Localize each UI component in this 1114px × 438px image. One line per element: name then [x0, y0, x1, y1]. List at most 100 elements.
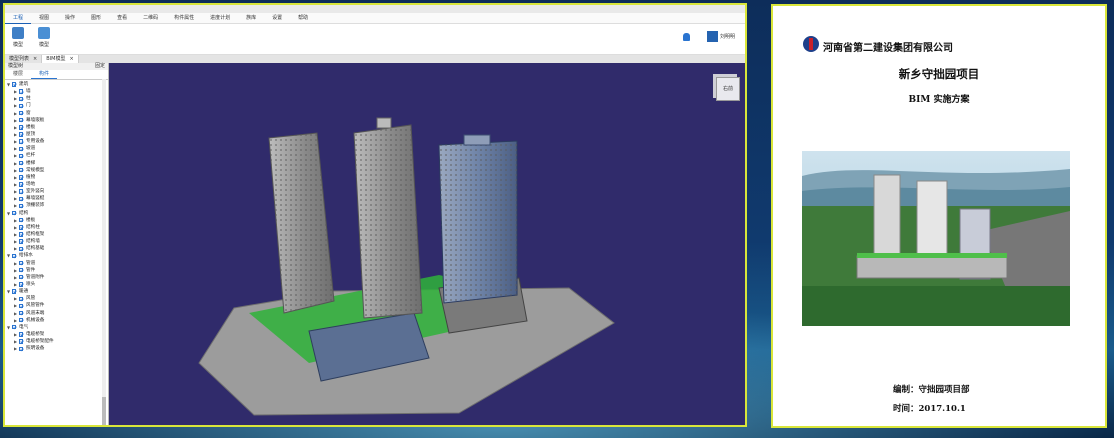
view-cube[interactable]: 右前 — [716, 77, 740, 101]
panel-subtab-1[interactable]: 构件 — [31, 70, 58, 79]
expand-arrow-icon[interactable]: ▶ — [14, 110, 18, 117]
tree-item[interactable]: ▶ 墙 — [5, 88, 108, 95]
tree-checkbox[interactable] — [19, 282, 24, 287]
tree-item[interactable]: ▼ 电气 — [5, 324, 108, 331]
tree-checkbox[interactable] — [19, 346, 24, 351]
tree-item[interactable]: ▶ 电缆桥架 — [5, 331, 108, 338]
expand-arrow-icon[interactable]: ▶ — [14, 274, 18, 281]
expand-arrow-icon[interactable]: ▼ — [7, 210, 11, 217]
tree-item[interactable]: ▶ 风管管件 — [5, 302, 108, 309]
tree-item[interactable]: ▶ 楼梯 — [5, 160, 108, 167]
tree-checkbox[interactable] — [19, 160, 24, 166]
expand-arrow-icon[interactable]: ▼ — [7, 288, 11, 295]
expand-arrow-icon[interactable]: ▶ — [14, 238, 18, 245]
expand-arrow-icon[interactable]: ▶ — [14, 317, 18, 324]
expand-arrow-icon[interactable]: ▶ — [14, 231, 18, 238]
expand-arrow-icon[interactable]: ▶ — [14, 160, 18, 167]
tree-checkbox[interactable] — [19, 118, 24, 123]
tree-item[interactable]: ▶ 幕墙竖梃 — [5, 195, 108, 202]
tree-item[interactable]: ▶ 管道 — [5, 260, 108, 267]
expand-arrow-icon[interactable]: ▶ — [14, 302, 18, 309]
tree-checkbox[interactable] — [19, 167, 24, 173]
tree-item[interactable]: ▶ 风道末端 — [5, 310, 108, 317]
tree-item[interactable]: ▶ 顶棚装饰 — [5, 202, 108, 209]
expand-arrow-icon[interactable]: ▶ — [14, 224, 18, 231]
tree-checkbox[interactable] — [19, 275, 24, 280]
expand-arrow-icon[interactable]: ▶ — [14, 181, 18, 188]
menu-item-3[interactable]: 图形 — [83, 13, 109, 23]
tree-item[interactable]: ▶ 门 — [5, 102, 108, 109]
tree-checkbox[interactable] — [19, 267, 24, 273]
tree-checkbox[interactable] — [12, 210, 17, 216]
expand-arrow-icon[interactable]: ▶ — [14, 145, 18, 152]
tree-item[interactable]: ▶ 场地 — [5, 181, 108, 188]
tree-item[interactable]: ▶ 风管 — [5, 295, 108, 302]
tree-item[interactable]: ▶ 照明设备 — [5, 345, 108, 352]
menu-item-6[interactable]: 构件属性 — [166, 13, 202, 23]
tree-checkbox[interactable] — [19, 96, 24, 101]
tree-checkbox[interactable] — [19, 260, 24, 266]
ribbon-model-button-2[interactable]: 模型 — [35, 27, 53, 48]
expand-arrow-icon[interactable]: ▼ — [7, 252, 11, 259]
scroll-thumb[interactable] — [102, 397, 106, 425]
expand-arrow-icon[interactable]: ▶ — [14, 267, 18, 274]
tree-item[interactable]: ▼ 结构 — [5, 210, 108, 217]
expand-arrow-icon[interactable]: ▶ — [14, 102, 18, 109]
expand-arrow-icon[interactable]: ▶ — [14, 88, 18, 95]
expand-arrow-icon[interactable]: ▶ — [14, 195, 18, 202]
tree-item[interactable]: ▶ 屋顶 — [5, 131, 108, 138]
menu-item-9[interactable]: 设置 — [264, 13, 290, 23]
tree-checkbox[interactable] — [19, 246, 24, 251]
tree-checkbox[interactable] — [19, 153, 24, 159]
expand-arrow-icon[interactable]: ▼ — [7, 81, 11, 88]
tree-checkbox[interactable] — [12, 325, 17, 330]
expand-arrow-icon[interactable]: ▶ — [14, 117, 18, 124]
expand-arrow-icon[interactable]: ▶ — [14, 152, 18, 159]
tree-checkbox[interactable] — [19, 196, 24, 201]
tree-item[interactable]: ▶ 专用设备 — [5, 138, 108, 145]
expand-arrow-icon[interactable]: ▶ — [14, 295, 18, 302]
tree-item[interactable]: ▶ 喷头 — [5, 281, 108, 288]
tree-checkbox[interactable] — [19, 139, 24, 144]
expand-arrow-icon[interactable]: ▶ — [14, 245, 18, 252]
menu-item-7[interactable]: 进度计划 — [202, 13, 238, 23]
menu-item-10[interactable]: 帮助 — [290, 13, 316, 23]
tree-item[interactable]: ▶ 管件 — [5, 267, 108, 274]
expand-arrow-icon[interactable]: ▶ — [14, 95, 18, 102]
tree-checkbox[interactable] — [12, 253, 17, 259]
tree-item[interactable]: ▶ 结构墙 — [5, 238, 108, 245]
tree-checkbox[interactable] — [19, 132, 24, 137]
tree-checkbox[interactable] — [19, 110, 24, 116]
expand-arrow-icon[interactable]: ▶ — [14, 167, 18, 174]
menu-item-5[interactable]: 二维码 — [135, 13, 166, 23]
tree-item[interactable]: ▶ 坡道 — [5, 145, 108, 152]
tree-item[interactable]: ▶ 柱 — [5, 95, 108, 102]
tree-checkbox[interactable] — [12, 289, 17, 294]
3d-viewport[interactable]: 右前 — [109, 63, 745, 425]
expand-arrow-icon[interactable]: ▶ — [14, 338, 18, 345]
panel-pin-button[interactable]: 固定 — [95, 63, 105, 70]
tree-item[interactable]: ▶ 窗 — [5, 110, 108, 117]
tree-checkbox[interactable] — [19, 203, 24, 209]
user-account[interactable]: 刘明明 — [707, 31, 735, 42]
tree-item[interactable]: ▶ 电缆桥架配件 — [5, 338, 108, 345]
menu-item-8[interactable]: 族库 — [238, 13, 264, 23]
tree-item[interactable]: ▶ 栏杆 — [5, 152, 108, 159]
expand-arrow-icon[interactable]: ▶ — [14, 202, 18, 209]
tree-item[interactable]: ▶ 常规模型 — [5, 167, 108, 174]
tree-item[interactable]: ▶ 楼板 — [5, 217, 108, 224]
expand-arrow-icon[interactable]: ▶ — [14, 124, 18, 131]
tree-checkbox[interactable] — [19, 146, 24, 151]
tree-item[interactable]: ▶ 结构基础 — [5, 245, 108, 252]
tree-item[interactable]: ▼ 暖通 — [5, 288, 108, 295]
tree-item[interactable]: ▶ 室外竖向 — [5, 188, 108, 195]
bell-icon[interactable] — [683, 33, 690, 41]
expand-arrow-icon[interactable]: ▶ — [14, 260, 18, 267]
tree-checkbox[interactable] — [19, 175, 24, 180]
tree-checkbox[interactable] — [19, 339, 24, 344]
tree-checkbox[interactable] — [19, 217, 24, 223]
tree-item[interactable]: ▶ 机械设备 — [5, 317, 108, 324]
expand-arrow-icon[interactable]: ▶ — [14, 138, 18, 145]
menu-item-1[interactable]: 视图 — [31, 13, 57, 23]
expand-arrow-icon[interactable]: ▶ — [14, 131, 18, 138]
